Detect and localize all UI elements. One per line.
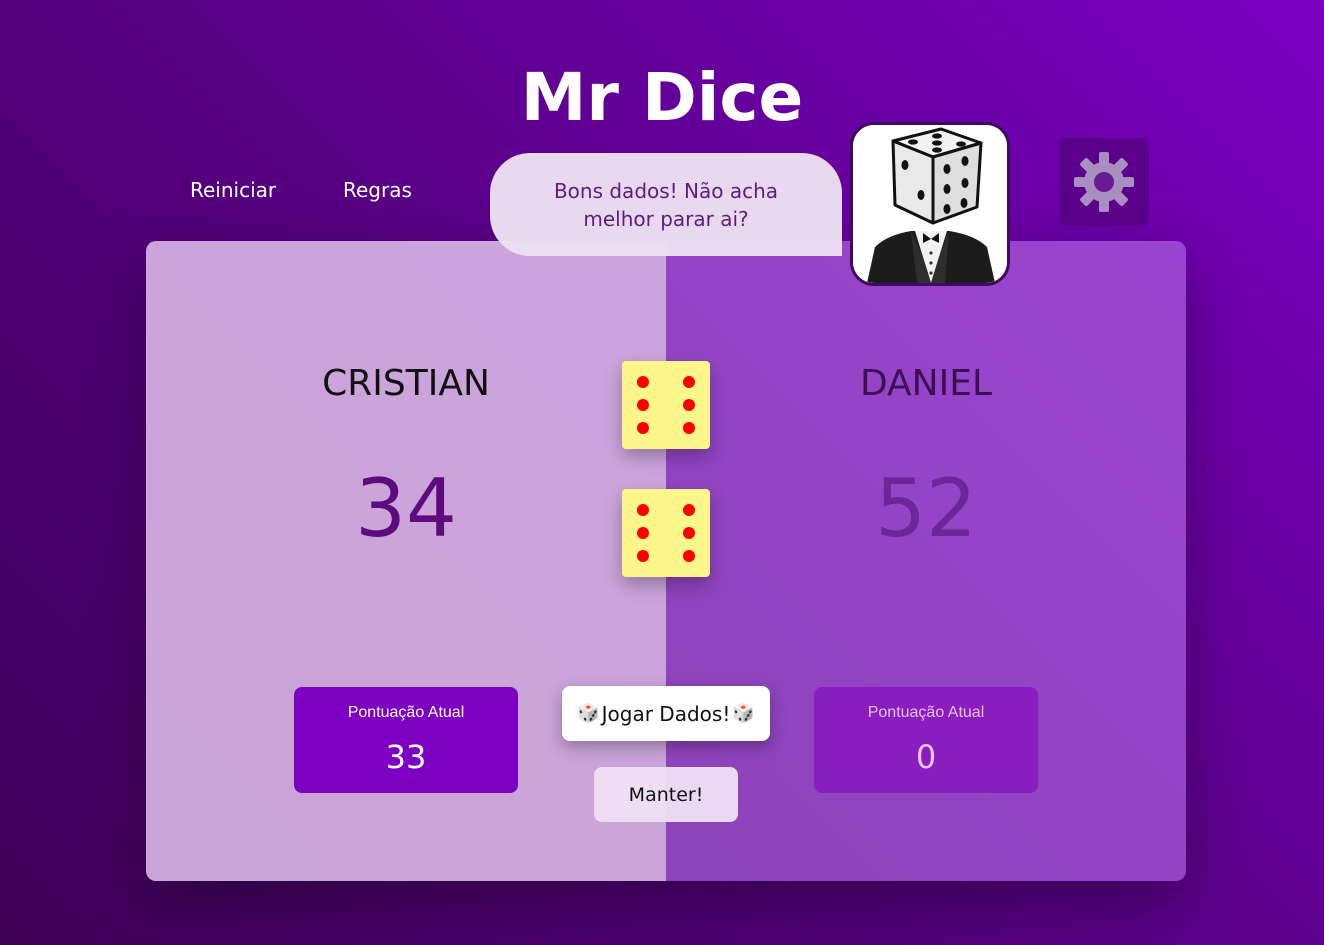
die-1 xyxy=(622,361,710,449)
player-total-score: 52 xyxy=(875,462,977,555)
speech-bubble: Bons dados! Não acha melhor parar ai? xyxy=(490,153,842,256)
restart-link[interactable]: Reiniciar xyxy=(190,176,276,204)
die-pip xyxy=(637,376,649,388)
die-2 xyxy=(622,489,710,577)
player-total-score: 34 xyxy=(355,462,457,555)
player-name: DANIEL xyxy=(859,363,993,404)
settings-button[interactable] xyxy=(1059,138,1149,226)
current-score-value: 0 xyxy=(915,738,937,776)
player-panel-2: DANIEL 52 Pontuação Atual 0 xyxy=(666,241,1186,881)
die-pip xyxy=(683,376,695,388)
dice-emoji-icon: 🎲 xyxy=(577,703,600,724)
app-title: Mr Dice xyxy=(520,59,804,136)
roll-dice-button[interactable]: 🎲 Jogar Dados! 🎲 xyxy=(562,686,770,741)
player-panel-1: CRISTIAN 34 Pontuação Atual 33 xyxy=(146,241,666,881)
dice-emoji-icon: 🎲 xyxy=(732,703,755,724)
gear-icon xyxy=(1074,152,1134,212)
mr-dice-avatar xyxy=(850,122,1010,286)
roll-dice-label: Jogar Dados! xyxy=(601,701,731,726)
current-score-label: Pontuação Atual xyxy=(347,704,465,721)
speech-text: Bons dados! Não acha melhor parar ai? xyxy=(553,178,779,231)
die-pip xyxy=(683,550,695,562)
current-score-box: Pontuação Atual 33 xyxy=(294,687,518,793)
die-pip xyxy=(637,527,649,539)
die-pip xyxy=(683,422,695,434)
die-pip xyxy=(637,399,649,411)
die-pip xyxy=(683,399,695,411)
player-name: CRISTIAN xyxy=(322,363,490,404)
rules-link[interactable]: Regras xyxy=(343,176,412,204)
dice-head-avatar-icon xyxy=(853,125,1007,283)
hold-button[interactable]: Manter! xyxy=(594,767,738,822)
die-pip xyxy=(637,504,649,516)
current-score-value: 33 xyxy=(385,738,427,776)
current-score-label: Pontuação Atual xyxy=(867,704,985,721)
die-pip xyxy=(637,550,649,562)
die-pip xyxy=(683,504,695,516)
die-pip xyxy=(637,422,649,434)
die-pip xyxy=(683,527,695,539)
current-score-box: Pontuação Atual 0 xyxy=(814,687,1038,793)
